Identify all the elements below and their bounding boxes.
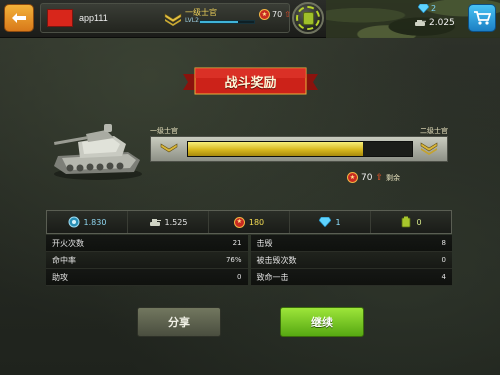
- table-row: 命中率 76%: [46, 252, 248, 269]
- critical-hits-label: 致命一击: [256, 272, 289, 282]
- rank-level: LVL2: [185, 17, 199, 24]
- rank-progress-bar: [199, 20, 255, 24]
- accuracy-label: 命中率: [52, 255, 76, 265]
- medal-reward: ★ 180: [209, 211, 290, 233]
- next-rank-chevron-icon: [415, 140, 443, 158]
- tank-image: [54, 124, 142, 180]
- battle-reward-screen: app111 一级士官 LVL2 ★ 70 ⇧ 2 2.025 战斗奖励 一级士…: [0, 0, 500, 375]
- deaths-label: 被击毁次数: [256, 255, 297, 265]
- shots-fired-value: 21: [232, 239, 242, 247]
- back-arrow-icon: [12, 13, 26, 23]
- rank-progress-track: [187, 141, 413, 157]
- coin-counter: 2.025: [414, 18, 455, 28]
- medal-star-icon: ★: [233, 216, 245, 228]
- current-rank-chevron-icon: [155, 140, 183, 158]
- cart-icon: [474, 11, 491, 25]
- battle-stats-table: 开火次数 21 命中率 76% 助攻 0 击毁 8 被击毁次数 0 致命一击 4: [46, 235, 452, 287]
- remaining-value: 70: [361, 172, 373, 183]
- remaining-label: 剩余: [386, 173, 400, 182]
- up-arrow-icon: ⇧: [375, 172, 383, 183]
- tank-coin-icon: [415, 20, 426, 26]
- fuel-reward: 0: [371, 211, 451, 233]
- current-rank-label: 一级士官: [150, 127, 178, 135]
- assists-label: 助攻: [52, 272, 68, 282]
- battle-stats-right: 击毁 8 被击毁次数 0 致命一击 4: [250, 235, 452, 287]
- coin-count-value: 2.025: [429, 18, 455, 28]
- accuracy-value: 76%: [225, 256, 242, 264]
- rank-progress-fill: [200, 21, 238, 23]
- rank-progress-fill: [188, 142, 363, 156]
- up-arrow-icon: ⇧: [284, 10, 291, 19]
- critical-hits-value: 4: [441, 273, 446, 281]
- table-row: 开火次数 21: [46, 235, 248, 252]
- rank-chevron-icon: [164, 13, 182, 26]
- fuel-can-icon: [402, 216, 411, 228]
- fuel-value: 0: [416, 217, 422, 227]
- share-button[interactable]: 分享: [137, 307, 221, 337]
- deaths-value: 0: [441, 256, 446, 264]
- reward-summary-strip: 1.830 1.525 ★ 180 1 0: [46, 210, 452, 234]
- store-button[interactable]: [468, 4, 496, 32]
- kills-label: 击毁: [256, 238, 273, 248]
- battle-stats-left: 开火次数 21 命中率 76% 助攻 0: [46, 235, 248, 287]
- continue-button[interactable]: 继续: [280, 307, 364, 337]
- player-panel: app111 一级士官 LVL2 ★ 70 ⇧: [40, 3, 291, 33]
- medal-star-icon: ★: [259, 9, 270, 20]
- coin-value: 1.525: [164, 217, 188, 227]
- table-row: 助攻 0: [46, 269, 248, 286]
- reward-banner: 战斗奖励: [183, 64, 318, 98]
- table-row: 被击毁次数 0: [250, 252, 452, 269]
- xp-icon: [68, 216, 80, 228]
- gem-value: 1: [335, 217, 341, 227]
- gem-count-value: 2: [431, 4, 437, 13]
- reward-title: 战斗奖励: [224, 76, 277, 91]
- country-flag-icon: [47, 9, 73, 27]
- gem-reward: 1: [290, 211, 371, 233]
- medal-star-icon: ★: [347, 172, 358, 183]
- back-button[interactable]: [4, 4, 34, 32]
- medal-counter: ★ 70 ⇧: [259, 9, 291, 20]
- assists-value: 0: [237, 273, 242, 281]
- top-bar: app111 一级士官 LVL2 ★ 70 ⇧ 2 2.025: [0, 0, 500, 38]
- rank-progress-frame: [150, 136, 448, 162]
- xp-value: 1.830: [83, 217, 107, 227]
- medal-value: 180: [248, 217, 265, 227]
- coin-reward: 1.525: [128, 211, 209, 233]
- kills-value: 8: [441, 239, 446, 247]
- table-row: 击毁 8: [250, 235, 452, 252]
- player-name: app111: [79, 13, 108, 23]
- xp-reward: 1.830: [47, 211, 128, 233]
- table-row: 致命一击 4: [250, 269, 452, 286]
- fuel-can-icon: [302, 11, 314, 25]
- next-rank-label: 二级士官: [420, 127, 448, 135]
- tank-coin-icon: [149, 219, 161, 226]
- gem-counter: 2: [418, 4, 436, 13]
- diamond-icon: [418, 4, 429, 13]
- shots-fired-label: 开火次数: [52, 238, 84, 248]
- medal-count-value: 70: [272, 10, 283, 19]
- fuel-button[interactable]: [292, 2, 324, 34]
- diamond-icon: [319, 217, 332, 227]
- remaining-medals: ★ 70 ⇧ 剩余: [347, 172, 400, 183]
